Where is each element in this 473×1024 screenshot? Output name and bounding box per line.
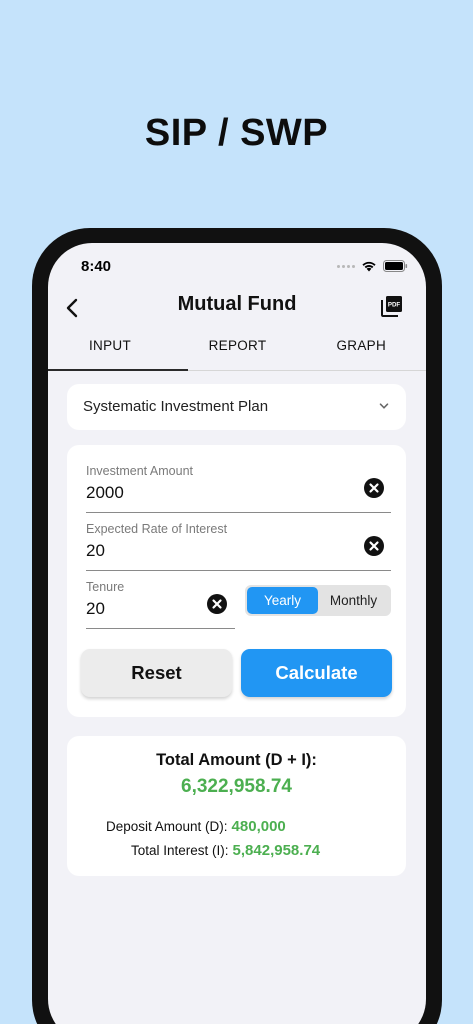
clear-icon[interactable] bbox=[207, 594, 227, 614]
tenure-unit-toggle: Yearly Monthly bbox=[245, 585, 391, 616]
input-card: Investment Amount 2000 Expected Rate of … bbox=[67, 445, 406, 717]
headline: SIP / SWP bbox=[144, 112, 329, 154]
total-amount-label: Total Amount (D + I): bbox=[156, 751, 317, 769]
tenure-label: Tenure bbox=[86, 580, 125, 594]
plan-dropdown[interactable]: Systematic Investment Plan bbox=[67, 384, 406, 430]
tab-input[interactable]: INPUT bbox=[48, 335, 188, 371]
reset-button[interactable]: Reset bbox=[81, 649, 232, 697]
investment-amount-field[interactable]: Investment Amount 2000 bbox=[86, 464, 391, 513]
total-interest-label: Total Interest (I): bbox=[131, 843, 229, 858]
battery-icon bbox=[383, 260, 408, 272]
interest-rate-field[interactable]: Expected Rate of Interest 20 bbox=[86, 522, 391, 571]
status-time: 8:40 bbox=[81, 258, 112, 275]
tab-bar: INPUT REPORT GRAPH bbox=[48, 335, 426, 371]
result-card: Total Amount (D + I): 6,322,958.74 Depos… bbox=[67, 736, 406, 876]
status-icons bbox=[337, 260, 408, 272]
clear-icon[interactable] bbox=[364, 478, 384, 498]
deposit-row: Deposit Amount (D): 480,000 bbox=[106, 818, 286, 835]
svg-text:PDF: PDF bbox=[388, 302, 401, 309]
yearly-toggle-button[interactable]: Yearly bbox=[247, 587, 318, 614]
calculate-button[interactable]: Calculate bbox=[241, 649, 392, 697]
pdf-icon[interactable]: PDF bbox=[380, 294, 404, 318]
investment-amount-value: 2000 bbox=[86, 483, 124, 502]
interest-rate-value: 20 bbox=[86, 541, 105, 560]
deposit-amount-label: Deposit Amount (D): bbox=[106, 819, 228, 834]
clear-icon[interactable] bbox=[364, 536, 384, 556]
tab-report[interactable]: REPORT bbox=[188, 335, 287, 370]
investment-amount-label: Investment Amount bbox=[86, 464, 194, 478]
total-amount-value: 6,322,958.74 bbox=[181, 776, 292, 797]
plan-dropdown-value: Systematic Investment Plan bbox=[83, 398, 269, 415]
wifi-icon bbox=[362, 261, 376, 272]
monthly-toggle-button[interactable]: Monthly bbox=[318, 587, 389, 614]
deposit-amount-value: 480,000 bbox=[231, 818, 286, 835]
page-title: Mutual Fund bbox=[177, 293, 297, 315]
chevron-down-icon bbox=[379, 403, 389, 409]
tab-graph[interactable]: GRAPH bbox=[287, 335, 426, 370]
app-screen: 8:40 Mutual Fund PDF INPUT REPORT GRAPH … bbox=[48, 243, 426, 1024]
interest-row: Total Interest (I): 5,842,958.74 bbox=[131, 842, 320, 859]
total-interest-value: 5,842,958.74 bbox=[232, 842, 321, 859]
signal-dots-icon bbox=[337, 264, 355, 268]
interest-rate-label: Expected Rate of Interest bbox=[86, 522, 228, 536]
tenure-value: 20 bbox=[86, 599, 105, 618]
